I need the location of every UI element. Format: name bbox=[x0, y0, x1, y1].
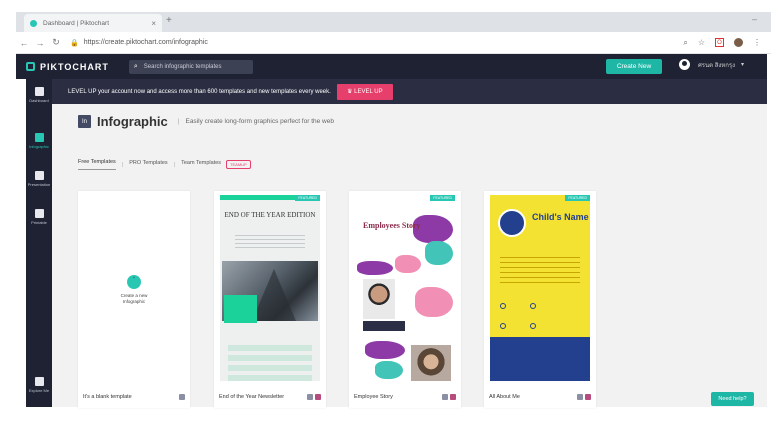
page-subtitle: | Easily create long-form graphics perfec… bbox=[178, 118, 334, 125]
url-text: https://create.piktochart.com/infographi… bbox=[83, 39, 208, 46]
lock-icon: 🔒 bbox=[70, 39, 79, 47]
avatar bbox=[679, 59, 690, 70]
level-up-label: LEVEL UP bbox=[354, 88, 383, 95]
card-label: It's a blank template bbox=[83, 394, 132, 400]
address-bar-row: ← → ↻ 🔒 https://create.piktochart.com/in… bbox=[16, 32, 771, 54]
create-new-button[interactable]: Create New bbox=[606, 59, 662, 74]
sidebar-item-dashboard[interactable]: Dashboard bbox=[26, 87, 52, 103]
card-label: Employee Story bbox=[354, 394, 393, 400]
printable-icon bbox=[34, 209, 44, 218]
explore-icon bbox=[34, 377, 44, 386]
child-photo bbox=[498, 209, 526, 237]
page-subtitle-text: Easily create long-form graphics perfect… bbox=[185, 118, 334, 125]
favicon-icon bbox=[30, 19, 37, 27]
sidebar-item-infographic[interactable]: Infographic bbox=[26, 133, 52, 149]
infographic-icon bbox=[34, 133, 44, 142]
teamup-badge: TEAMUP bbox=[226, 160, 251, 169]
sidebar-item-label: Explore Me bbox=[28, 388, 50, 393]
preview-icon[interactable] bbox=[442, 394, 448, 400]
template-card-all-about-me[interactable]: FEATURED Child's Name All About Me bbox=[484, 191, 596, 408]
presentation-icon bbox=[34, 171, 44, 180]
preview-icon[interactable] bbox=[307, 394, 313, 400]
title-separator: | bbox=[177, 118, 180, 125]
browser-tab-strip: Dashboard | Piktochart × + – bbox=[16, 12, 771, 32]
create-line-2: Infographic bbox=[122, 299, 146, 304]
piktochart-logo[interactable]: PIKTOCHART bbox=[16, 62, 109, 72]
preview-icon[interactable] bbox=[179, 394, 185, 400]
sidebar-item-explore[interactable]: Explore Me bbox=[26, 377, 52, 393]
portrait-image bbox=[363, 279, 395, 319]
user-menu[interactable]: ศรนต สิงหกรุง ▾ bbox=[679, 59, 744, 70]
crown-icon: ♛ bbox=[347, 89, 355, 95]
logo-text: PIKTOCHART bbox=[40, 61, 109, 72]
need-help-button[interactable]: Need help? bbox=[711, 392, 754, 406]
page-header: In Infographic | Easily create long-form … bbox=[78, 114, 334, 129]
user-name: ศรนต สิงหกรุง bbox=[698, 62, 736, 69]
tab-pro-templates[interactable]: PRO Templates bbox=[129, 160, 167, 170]
menu-icon[interactable]: ⋮ bbox=[753, 38, 761, 47]
extension-icon[interactable]: O bbox=[715, 38, 724, 47]
sidebar-item-label: Dashboard bbox=[29, 98, 49, 103]
star-icon[interactable]: ☆ bbox=[698, 38, 705, 47]
template-card-newsletter[interactable]: FEATURED END OF THE YEAR EDITION End of … bbox=[214, 191, 326, 408]
featured-badge: FEATURED bbox=[295, 195, 320, 201]
sidebar-item-label: Printable bbox=[31, 220, 47, 225]
page-title: Infographic bbox=[97, 114, 168, 129]
pro-icon bbox=[585, 394, 591, 400]
search-icon: ⌕ bbox=[133, 62, 138, 70]
pro-icon bbox=[450, 394, 456, 400]
card-label: End of the Year Newsletter bbox=[219, 394, 285, 400]
sidebar-item-printable[interactable]: Printable bbox=[26, 209, 52, 225]
thumb-heading: Employees Story bbox=[363, 221, 421, 230]
minimize-icon[interactable]: – bbox=[752, 14, 757, 24]
level-up-button[interactable]: ♛ LEVEL UP bbox=[336, 83, 393, 100]
plus-icon: + bbox=[127, 275, 141, 289]
sidebar-item-label: Infographic bbox=[29, 144, 49, 149]
sidebar-item-presentation[interactable]: Presentation bbox=[26, 171, 52, 187]
thumb-heading: Child's Name bbox=[532, 212, 589, 222]
featured-badge: FEATURED bbox=[430, 195, 455, 201]
url-field[interactable]: 🔒 https://create.piktochart.com/infograp… bbox=[70, 35, 650, 51]
browser-tab[interactable]: Dashboard | Piktochart × bbox=[24, 14, 162, 32]
logo-mark-icon bbox=[26, 62, 35, 71]
template-thumbnail: FEATURED Child's Name bbox=[490, 195, 590, 381]
grid-icon bbox=[34, 87, 44, 96]
template-search-input[interactable]: ⌕ Search infographic templates bbox=[128, 59, 253, 74]
card-label: All About Me bbox=[489, 394, 520, 400]
tab-title: Dashboard | Piktochart bbox=[43, 19, 109, 27]
profile-icon[interactable] bbox=[734, 38, 743, 47]
sidebar: Dashboard Infographic Presentation Print… bbox=[26, 79, 52, 407]
banner-text: LEVEL UP your account now and access mor… bbox=[68, 88, 331, 95]
template-thumbnail: FEATURED END OF THE YEAR EDITION bbox=[220, 195, 320, 381]
featured-badge: FEATURED bbox=[565, 195, 590, 201]
template-thumbnail: FEATURED Employees Story bbox=[355, 195, 455, 381]
search-placeholder: Search infographic templates bbox=[143, 63, 222, 70]
chevron-down-icon: ▾ bbox=[741, 62, 745, 68]
new-tab-button[interactable]: + bbox=[166, 15, 172, 26]
sidebar-item-label: Presentation bbox=[27, 182, 51, 187]
infographic-title-icon: In bbox=[78, 115, 91, 128]
portrait-image bbox=[411, 345, 451, 381]
thumb-heading: END OF THE YEAR EDITION bbox=[224, 211, 316, 219]
create-blank[interactable]: + Create a new Infographic bbox=[78, 275, 190, 305]
pro-icon bbox=[315, 394, 321, 400]
main-content: In Infographic | Easily create long-form … bbox=[52, 104, 767, 408]
forward-icon[interactable]: → bbox=[32, 38, 48, 48]
close-tab-icon[interactable]: × bbox=[151, 19, 156, 28]
upgrade-banner: LEVEL UP your account now and access mor… bbox=[52, 79, 767, 104]
zoom-icon[interactable]: ⌕ bbox=[683, 38, 687, 48]
preview-icon[interactable] bbox=[577, 394, 583, 400]
tab-free-templates[interactable]: Free Templates bbox=[78, 159, 116, 170]
blank-template-card[interactable]: + Create a new Infographic It's a blank … bbox=[78, 191, 190, 408]
back-icon[interactable]: ← bbox=[16, 38, 32, 48]
template-tabs: Free Templates | PRO Templates | Team Te… bbox=[78, 159, 251, 170]
app-header: PIKTOCHART ⌕ Search infographic template… bbox=[16, 54, 767, 79]
tab-separator: | bbox=[173, 161, 176, 168]
reload-icon[interactable]: ↻ bbox=[48, 37, 64, 48]
tab-team-templates[interactable]: Team Templates bbox=[181, 160, 221, 170]
template-card-employee-story[interactable]: FEATURED Employees Story Employee Story bbox=[349, 191, 461, 408]
tab-separator: | bbox=[121, 161, 124, 168]
